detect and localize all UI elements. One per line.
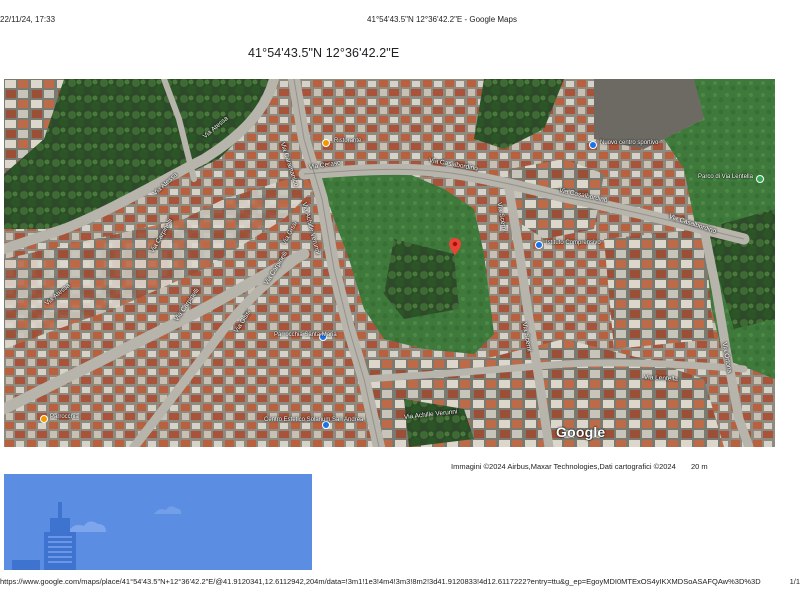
street-view-illustration xyxy=(4,474,312,570)
poi-label[interactable]: Istituto Comprensivo xyxy=(546,240,601,246)
map-scale: 20 m xyxy=(691,462,708,471)
street-view-thumbnail[interactable] xyxy=(4,474,312,570)
print-page-number: 1/1 xyxy=(789,577,800,586)
poi-label[interactable]: Parrocchia Santa Maria xyxy=(274,332,337,338)
poi-marker[interactable] xyxy=(322,139,330,147)
poi-label[interactable]: Ristorante xyxy=(334,138,361,144)
poi-label[interactable]: Nuovo centro sportivo xyxy=(600,140,658,146)
satellite-imagery xyxy=(4,79,775,447)
location-pin-icon[interactable] xyxy=(449,238,461,255)
poi-label[interactable]: Centro Estetico Solarium San Andrea xyxy=(264,417,363,423)
print-footer-url: https://www.google.com/maps/place/41°54'… xyxy=(0,577,761,586)
satellite-map[interactable]: Via Atessa Via Atessa Via Atessa Via Cer… xyxy=(4,79,775,447)
print-page-title: 41°54'43.5"N 12°36'42.2"E - Google Maps xyxy=(367,15,517,24)
poi-label[interactable]: Parrocchia xyxy=(50,414,79,420)
poi-label[interactable]: Parco di Via Lentella xyxy=(698,174,753,180)
poi-marker[interactable] xyxy=(756,175,764,183)
poi-marker[interactable] xyxy=(589,141,597,149)
google-logo: Google xyxy=(556,424,606,440)
map-attribution: Immagini ©2024 Airbus,Maxar Technologies… xyxy=(451,462,676,471)
place-coordinates-title: 41°54'43.5"N 12°36'42.2"E xyxy=(248,46,400,60)
poi-marker[interactable] xyxy=(535,241,543,249)
poi-marker[interactable] xyxy=(40,415,48,423)
